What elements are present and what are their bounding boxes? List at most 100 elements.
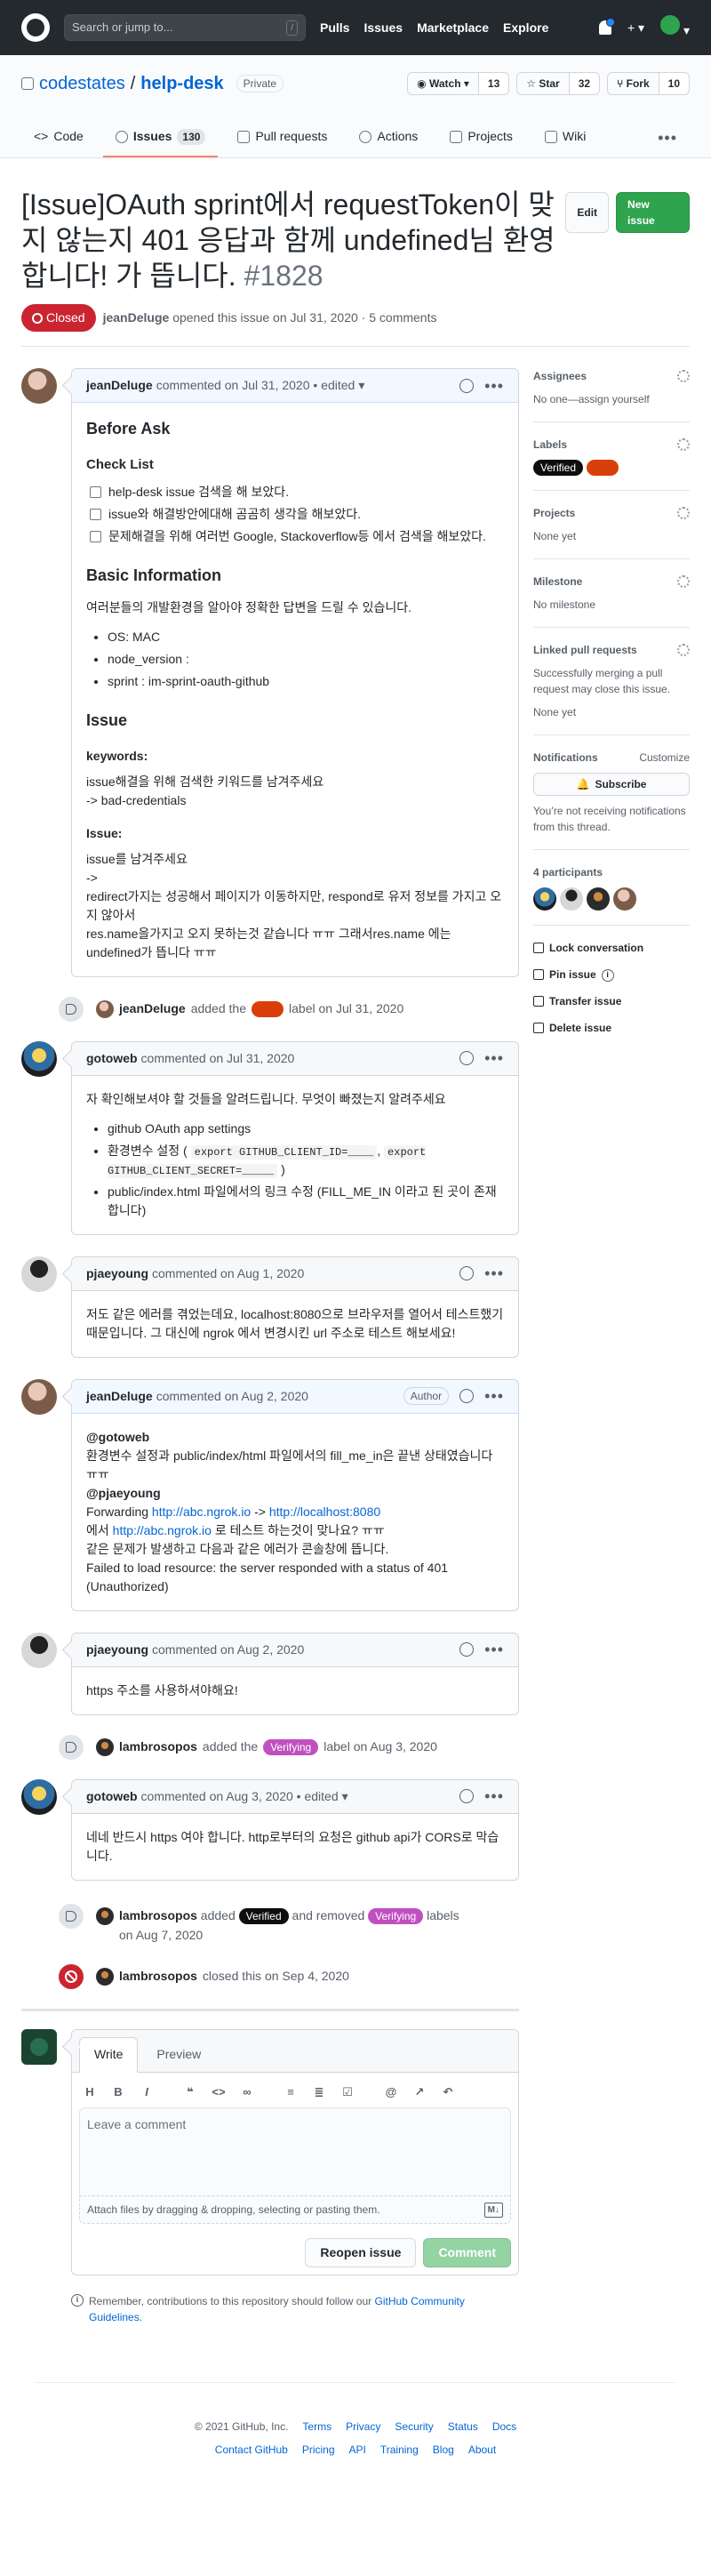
avatar[interactable] xyxy=(96,1967,114,1986)
nav-issues[interactable]: Issues xyxy=(363,19,403,37)
ngrok-link[interactable]: http://abc.ngrok.io xyxy=(152,1505,251,1519)
pin-issue-link[interactable]: Pin issue i xyxy=(533,967,690,983)
user-mention[interactable]: @pjaeyoung xyxy=(86,1486,161,1500)
comment-author[interactable]: jeanDeluge xyxy=(86,1387,153,1406)
notification-bell-icon[interactable] xyxy=(598,18,615,35)
fork-button[interactable]: ⑂ Fork 10 xyxy=(607,72,690,95)
event-actor[interactable]: lambrosopos xyxy=(119,1967,197,1986)
reply-icon[interactable]: ↶ xyxy=(441,2083,455,2101)
footer-link-blog[interactable]: Blog xyxy=(433,2442,454,2458)
repo-name-link[interactable]: help-desk xyxy=(140,70,223,97)
comment-meta[interactable]: commented on Aug 2, 2020 xyxy=(156,1387,308,1406)
star-button[interactable]: ☆ Star 32 xyxy=(516,72,601,95)
nav-marketplace[interactable]: Marketplace xyxy=(417,19,489,37)
fork-count[interactable]: 10 xyxy=(659,72,690,95)
comment-options-icon[interactable]: ••• xyxy=(484,1050,504,1066)
participant-avatar[interactable] xyxy=(613,887,636,911)
user-menu[interactable]: ▾ xyxy=(660,15,690,40)
assign-yourself-link[interactable]: No one—assign yourself xyxy=(533,391,690,407)
comment-options-icon[interactable]: ••• xyxy=(484,1265,504,1281)
footer-link-about[interactable]: About xyxy=(468,2442,496,2458)
avatar[interactable] xyxy=(96,999,114,1018)
event-actor[interactable]: lambrosopos xyxy=(119,1737,197,1756)
markdown-icon[interactable]: M↓ xyxy=(483,2202,503,2218)
github-logo-icon[interactable] xyxy=(21,13,50,42)
label-bug[interactable]: bug xyxy=(587,460,619,476)
caret-icon[interactable]: ▾ xyxy=(358,376,364,395)
reopen-issue-button[interactable]: Reopen issue xyxy=(305,2238,417,2267)
comment-author[interactable]: jeanDeluge xyxy=(86,376,153,395)
tab-write[interactable]: Write xyxy=(79,2036,139,2073)
label-verified[interactable]: Verified xyxy=(533,460,584,476)
comment-button[interactable]: Comment xyxy=(423,2238,511,2267)
footer-link-docs[interactable]: Docs xyxy=(492,2419,516,2435)
code-icon[interactable]: <> xyxy=(212,2083,226,2101)
attach-files-bar[interactable]: Attach files by dragging & dropping, sel… xyxy=(79,2196,511,2224)
more-tabs-button[interactable]: ••• xyxy=(645,119,690,157)
comment-meta[interactable]: commented on Aug 3, 2020 • edited xyxy=(141,1787,339,1806)
avatar[interactable] xyxy=(21,1778,57,1815)
nav-pulls[interactable]: Pulls xyxy=(320,19,349,37)
cross-reference-icon[interactable]: ↗ xyxy=(412,2083,427,2101)
delete-issue-link[interactable]: Delete issue xyxy=(533,1020,690,1036)
task-checkbox[interactable] xyxy=(90,508,101,520)
footer-link-contact[interactable]: Contact GitHub xyxy=(215,2442,288,2458)
task-checkbox[interactable] xyxy=(90,486,101,498)
label-verifying[interactable]: Verifying xyxy=(368,1907,424,1924)
comment-meta[interactable]: commented on Jul 31, 2020 xyxy=(141,1049,295,1068)
avatar[interactable] xyxy=(96,1737,114,1756)
comment-meta[interactable]: commented on Aug 2, 2020 xyxy=(152,1641,304,1659)
create-new-dropdown[interactable]: + ▾ xyxy=(627,19,644,37)
comment-options-icon[interactable]: ••• xyxy=(484,1788,504,1804)
task-checkbox[interactable] xyxy=(90,530,101,542)
participant-avatar[interactable] xyxy=(560,887,583,911)
footer-link-security[interactable]: Security xyxy=(395,2419,433,2435)
label-verifying[interactable]: Verifying xyxy=(263,1738,319,1755)
avatar[interactable] xyxy=(21,1378,57,1415)
unordered-list-icon[interactable]: ≡ xyxy=(284,2083,298,2101)
search-input[interactable]: Search or jump to... / xyxy=(64,14,306,41)
gear-icon[interactable] xyxy=(677,370,690,382)
gear-icon[interactable] xyxy=(677,438,690,451)
nav-explore[interactable]: Explore xyxy=(503,19,548,37)
event-actor[interactable]: lambrosopos xyxy=(119,1908,197,1922)
add-reaction-icon[interactable] xyxy=(459,1266,475,1280)
avatar[interactable] xyxy=(21,2028,57,2065)
transfer-issue-link[interactable]: Transfer issue xyxy=(533,993,690,1009)
mention-icon[interactable]: @ xyxy=(384,2083,398,2101)
tab-projects[interactable]: Projects xyxy=(437,119,525,157)
link-icon[interactable]: ∞ xyxy=(240,2083,254,2101)
add-reaction-icon[interactable] xyxy=(459,1789,475,1803)
avatar[interactable] xyxy=(21,1256,57,1292)
gear-icon[interactable] xyxy=(677,644,690,656)
comment-meta[interactable]: commented on Aug 1, 2020 xyxy=(152,1264,304,1283)
repo-owner-link[interactable]: codestates xyxy=(39,70,125,97)
comment-options-icon[interactable]: ••• xyxy=(484,1388,504,1404)
tab-actions[interactable]: Actions xyxy=(347,119,430,157)
comment-author[interactable]: pjaeyoung xyxy=(86,1641,148,1659)
tab-preview[interactable]: Preview xyxy=(141,2037,216,2072)
tab-code[interactable]: <> Code xyxy=(21,119,96,157)
gear-icon[interactable] xyxy=(677,507,690,519)
footer-link-terms[interactable]: Terms xyxy=(302,2419,332,2435)
ordered-list-icon[interactable]: ≣ xyxy=(312,2083,326,2101)
subscribe-button[interactable]: 🔔 Subscribe xyxy=(533,773,690,796)
quote-icon[interactable]: ❝ xyxy=(183,2083,197,2101)
caret-icon[interactable]: ▾ xyxy=(342,1787,348,1806)
comment-author[interactable]: pjaeyoung xyxy=(86,1264,148,1283)
comment-author[interactable]: gotoweb xyxy=(86,1049,138,1068)
new-issue-button[interactable]: New issue xyxy=(616,192,690,233)
edit-title-button[interactable]: Edit xyxy=(565,192,610,233)
lock-conversation-link[interactable]: Lock conversation xyxy=(533,940,690,956)
tab-pull-requests[interactable]: Pull requests xyxy=(225,119,340,157)
participant-avatar[interactable] xyxy=(587,887,610,911)
participant-avatar[interactable] xyxy=(533,887,556,911)
comment-options-icon[interactable]: ••• xyxy=(484,378,504,394)
footer-link-training[interactable]: Training xyxy=(380,2442,419,2458)
italic-icon[interactable]: I xyxy=(140,2083,154,2101)
comment-options-icon[interactable]: ••• xyxy=(484,1641,504,1657)
footer-link-privacy[interactable]: Privacy xyxy=(346,2419,380,2435)
footer-link-pricing[interactable]: Pricing xyxy=(302,2442,335,2458)
add-reaction-icon[interactable] xyxy=(459,1051,475,1065)
task-list-icon[interactable]: ☑ xyxy=(340,2083,355,2101)
